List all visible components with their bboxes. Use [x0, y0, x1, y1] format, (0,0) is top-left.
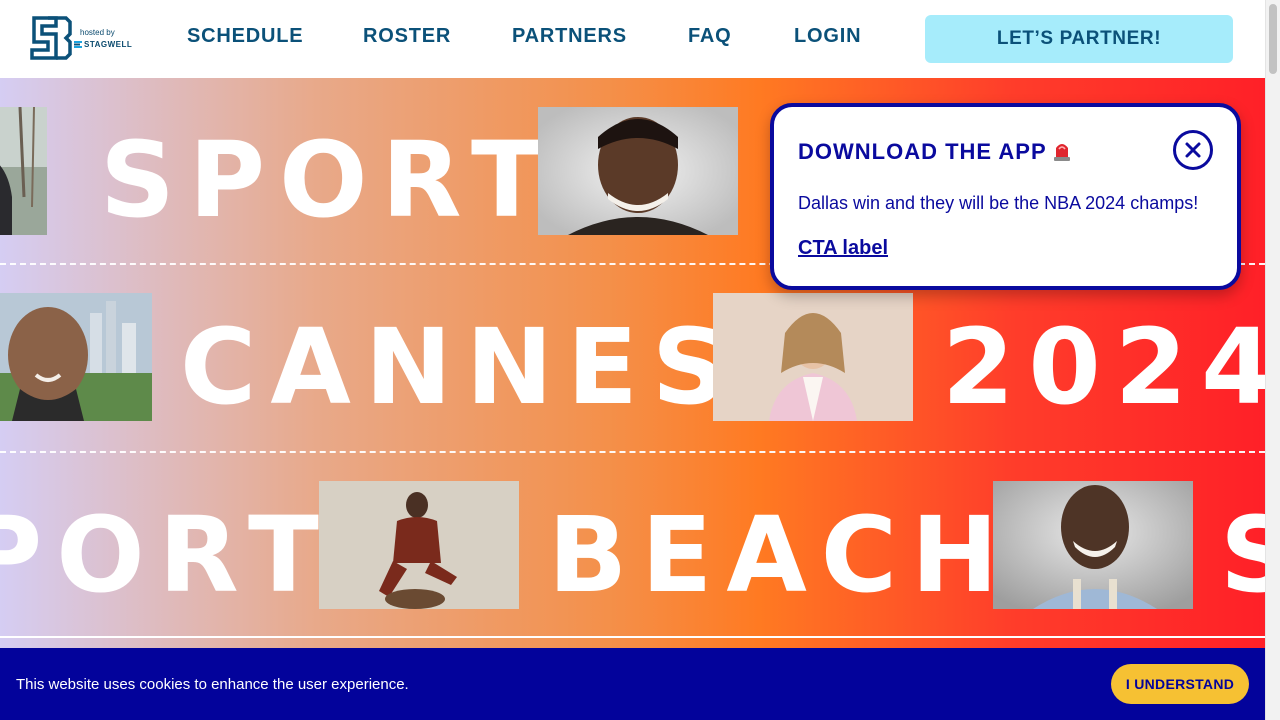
- popup-title: DOWNLOAD THE APP: [798, 139, 1047, 164]
- row-divider: [0, 451, 1265, 453]
- sb-logo-icon: [30, 16, 72, 60]
- close-popup-button[interactable]: [1173, 130, 1213, 170]
- page-scrollbar[interactable]: [1265, 0, 1280, 720]
- close-icon: [1185, 142, 1201, 158]
- siren-icon: [1053, 144, 1070, 161]
- hero-word-s: S: [1220, 503, 1265, 607]
- logo[interactable]: hosted by STAGWELL: [26, 14, 146, 64]
- cookie-banner: This website uses cookies to enhance the…: [0, 648, 1265, 720]
- scrollbar-thumb[interactable]: [1269, 4, 1277, 74]
- hero-word-cannes: CANNES: [180, 306, 741, 428]
- hosted-by-label: hosted by: [80, 28, 115, 37]
- nav-partners[interactable]: PARTNERS: [512, 25, 627, 48]
- hero-word-sport: SPORT: [100, 119, 556, 241]
- photo-woman-pink-blazer: [713, 293, 913, 421]
- popup-message: Dallas win and they will be the NBA 2024…: [798, 193, 1199, 213]
- photo-person-outdoor: [0, 107, 47, 235]
- hero-word-2024: 2024: [942, 306, 1265, 428]
- nav-schedule[interactable]: SCHEDULE: [187, 25, 303, 48]
- cookie-message: This website uses cookies to enhance the…: [16, 676, 409, 693]
- photo-man-red-suit: [319, 481, 519, 609]
- photo-man-suspenders: [993, 481, 1193, 609]
- lets-partner-button[interactable]: LET’S PARTNER!: [925, 15, 1233, 63]
- photo-athlete-smiling: [538, 107, 738, 235]
- hero-word-beach: BEACH: [548, 494, 1013, 616]
- stagwell-icon: [74, 41, 82, 48]
- popup-title-wrap: DOWNLOAD THE APP: [798, 139, 1071, 165]
- popup-cta-link[interactable]: CTA label: [798, 237, 888, 260]
- download-app-popup: DOWNLOAD THE APP Dallas win and they wil…: [770, 103, 1241, 290]
- nav-login[interactable]: LOGIN: [794, 25, 861, 48]
- accept-cookies-button[interactable]: I UNDERSTAND: [1111, 664, 1249, 704]
- photo-man-selfie: [0, 293, 152, 421]
- host-brand-label: STAGWELL: [84, 40, 133, 49]
- hero-word-port: PORT: [0, 494, 333, 616]
- nav-faq[interactable]: FAQ: [688, 25, 732, 48]
- hero-bottom-divider: [0, 636, 1265, 638]
- nav-roster[interactable]: ROSTER: [363, 25, 451, 48]
- site-header: hosted by STAGWELL SCHEDULE ROSTER PARTN…: [0, 0, 1265, 78]
